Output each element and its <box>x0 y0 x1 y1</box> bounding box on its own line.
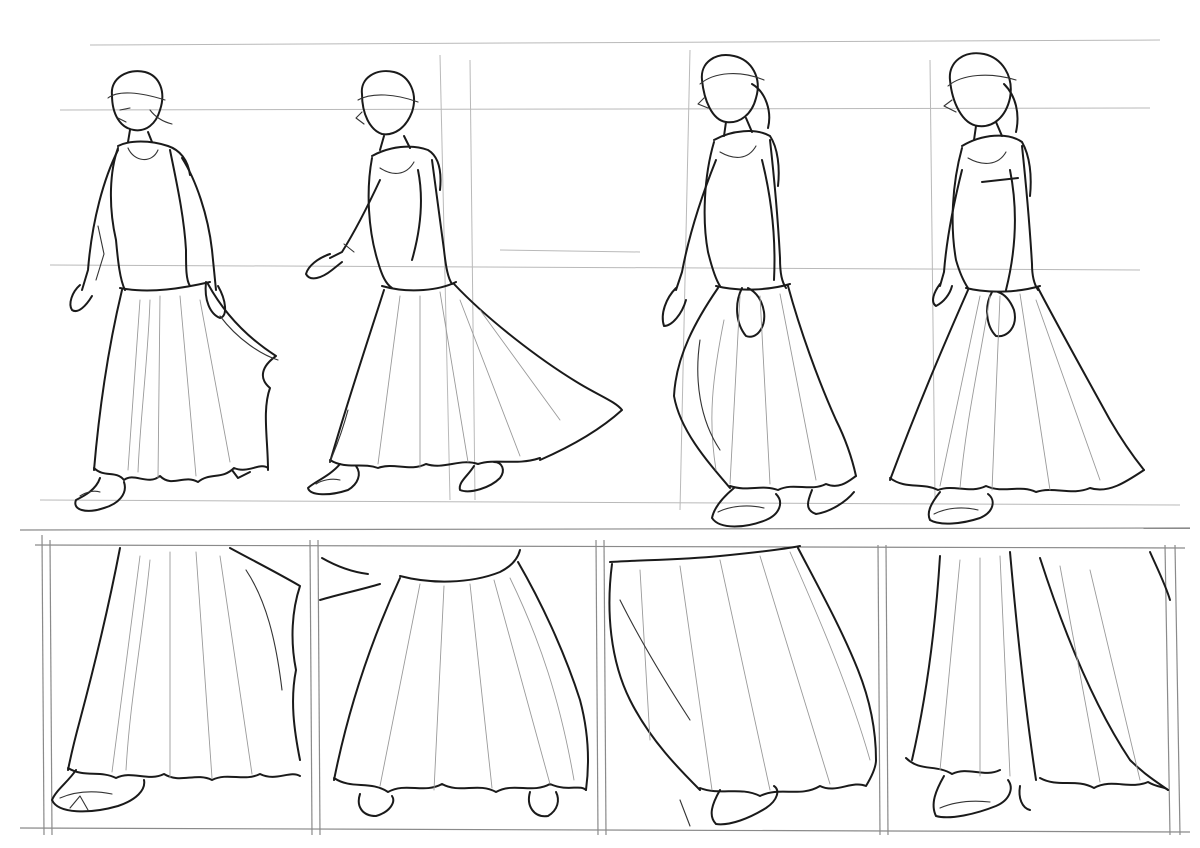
figure-walk-4 <box>889 52 1145 525</box>
figure-walk-2 <box>305 70 623 496</box>
skirt-detail-3 <box>608 545 877 827</box>
sketch-sheet <box>19 39 1191 836</box>
figure-walk-1 <box>69 70 279 512</box>
skirt-detail-4 <box>905 551 1171 819</box>
skirt-detail-2 <box>319 549 589 818</box>
skirt-detail-1 <box>51 547 301 813</box>
figure-walk-3 <box>661 54 857 528</box>
bottom-panel-frames <box>19 527 1191 836</box>
